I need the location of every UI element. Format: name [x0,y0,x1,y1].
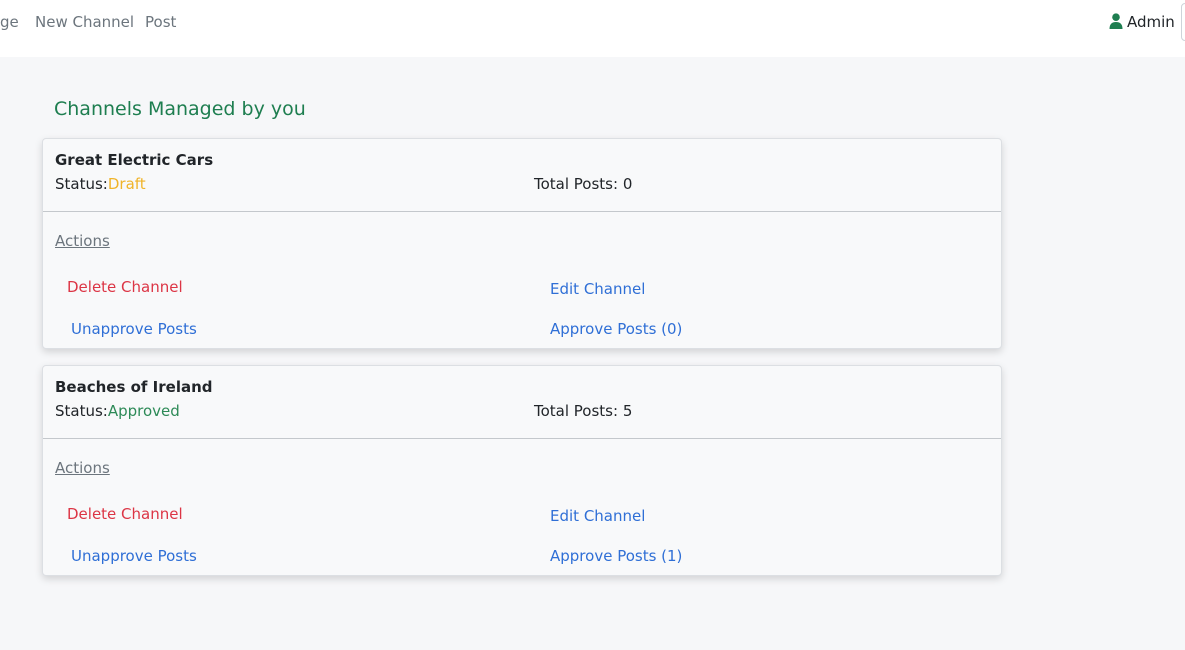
channel-name: Great Electric Cars [55,151,214,169]
channel-card-actions: Actions Delete Channel Edit Channel Unap… [43,439,1001,575]
channel-card-actions: Actions Delete Channel Edit Channel Unap… [43,212,1001,348]
unapprove-posts-link[interactable]: Unapprove Posts [71,547,197,565]
status-value: Approved [107,402,180,420]
actions-label: Actions [55,459,110,477]
approve-posts-link[interactable]: Approve Posts (0) [550,320,682,338]
channel-card-header: Great Electric Cars Status:Draft Total P… [43,139,1001,212]
nav-link-post[interactable]: Post [145,13,176,31]
user-menu[interactable]: Admin [1109,13,1175,31]
actions-label: Actions [55,232,110,250]
total-posts: Total Posts: 5 [534,402,633,420]
channel-card: Beaches of Ireland Status:Approved Total… [42,365,1002,576]
delete-channel-button[interactable]: Delete Channel [67,278,183,296]
delete-channel-button[interactable]: Delete Channel [67,505,183,523]
channel-name: Beaches of Ireland [55,378,213,396]
page-title: Channels Managed by you [54,98,306,120]
channel-status: Status:Draft [55,175,146,193]
nav-link-home[interactable]: ge [0,13,19,31]
edit-channel-link[interactable]: Edit Channel [550,280,645,298]
approve-posts-link[interactable]: Approve Posts (1) [550,547,682,565]
edit-channel-link[interactable]: Edit Channel [550,507,645,525]
total-posts: Total Posts: 0 [534,175,633,193]
unapprove-posts-link[interactable]: Unapprove Posts [71,320,197,338]
channel-card: Great Electric Cars Status:Draft Total P… [42,138,1002,349]
status-value: Draft [107,175,146,193]
user-icon [1109,13,1123,29]
status-label: Status: [55,402,108,420]
channel-card-header: Beaches of Ireland Status:Approved Total… [43,366,1001,439]
status-label: Status: [55,175,108,193]
channel-status: Status:Approved [55,402,180,420]
navbar-edge-control[interactable] [1181,3,1185,41]
top-navbar: ge New Channel Post Admin [0,0,1185,57]
nav-link-new-channel[interactable]: New Channel [35,13,134,31]
user-name: Admin [1127,13,1175,31]
